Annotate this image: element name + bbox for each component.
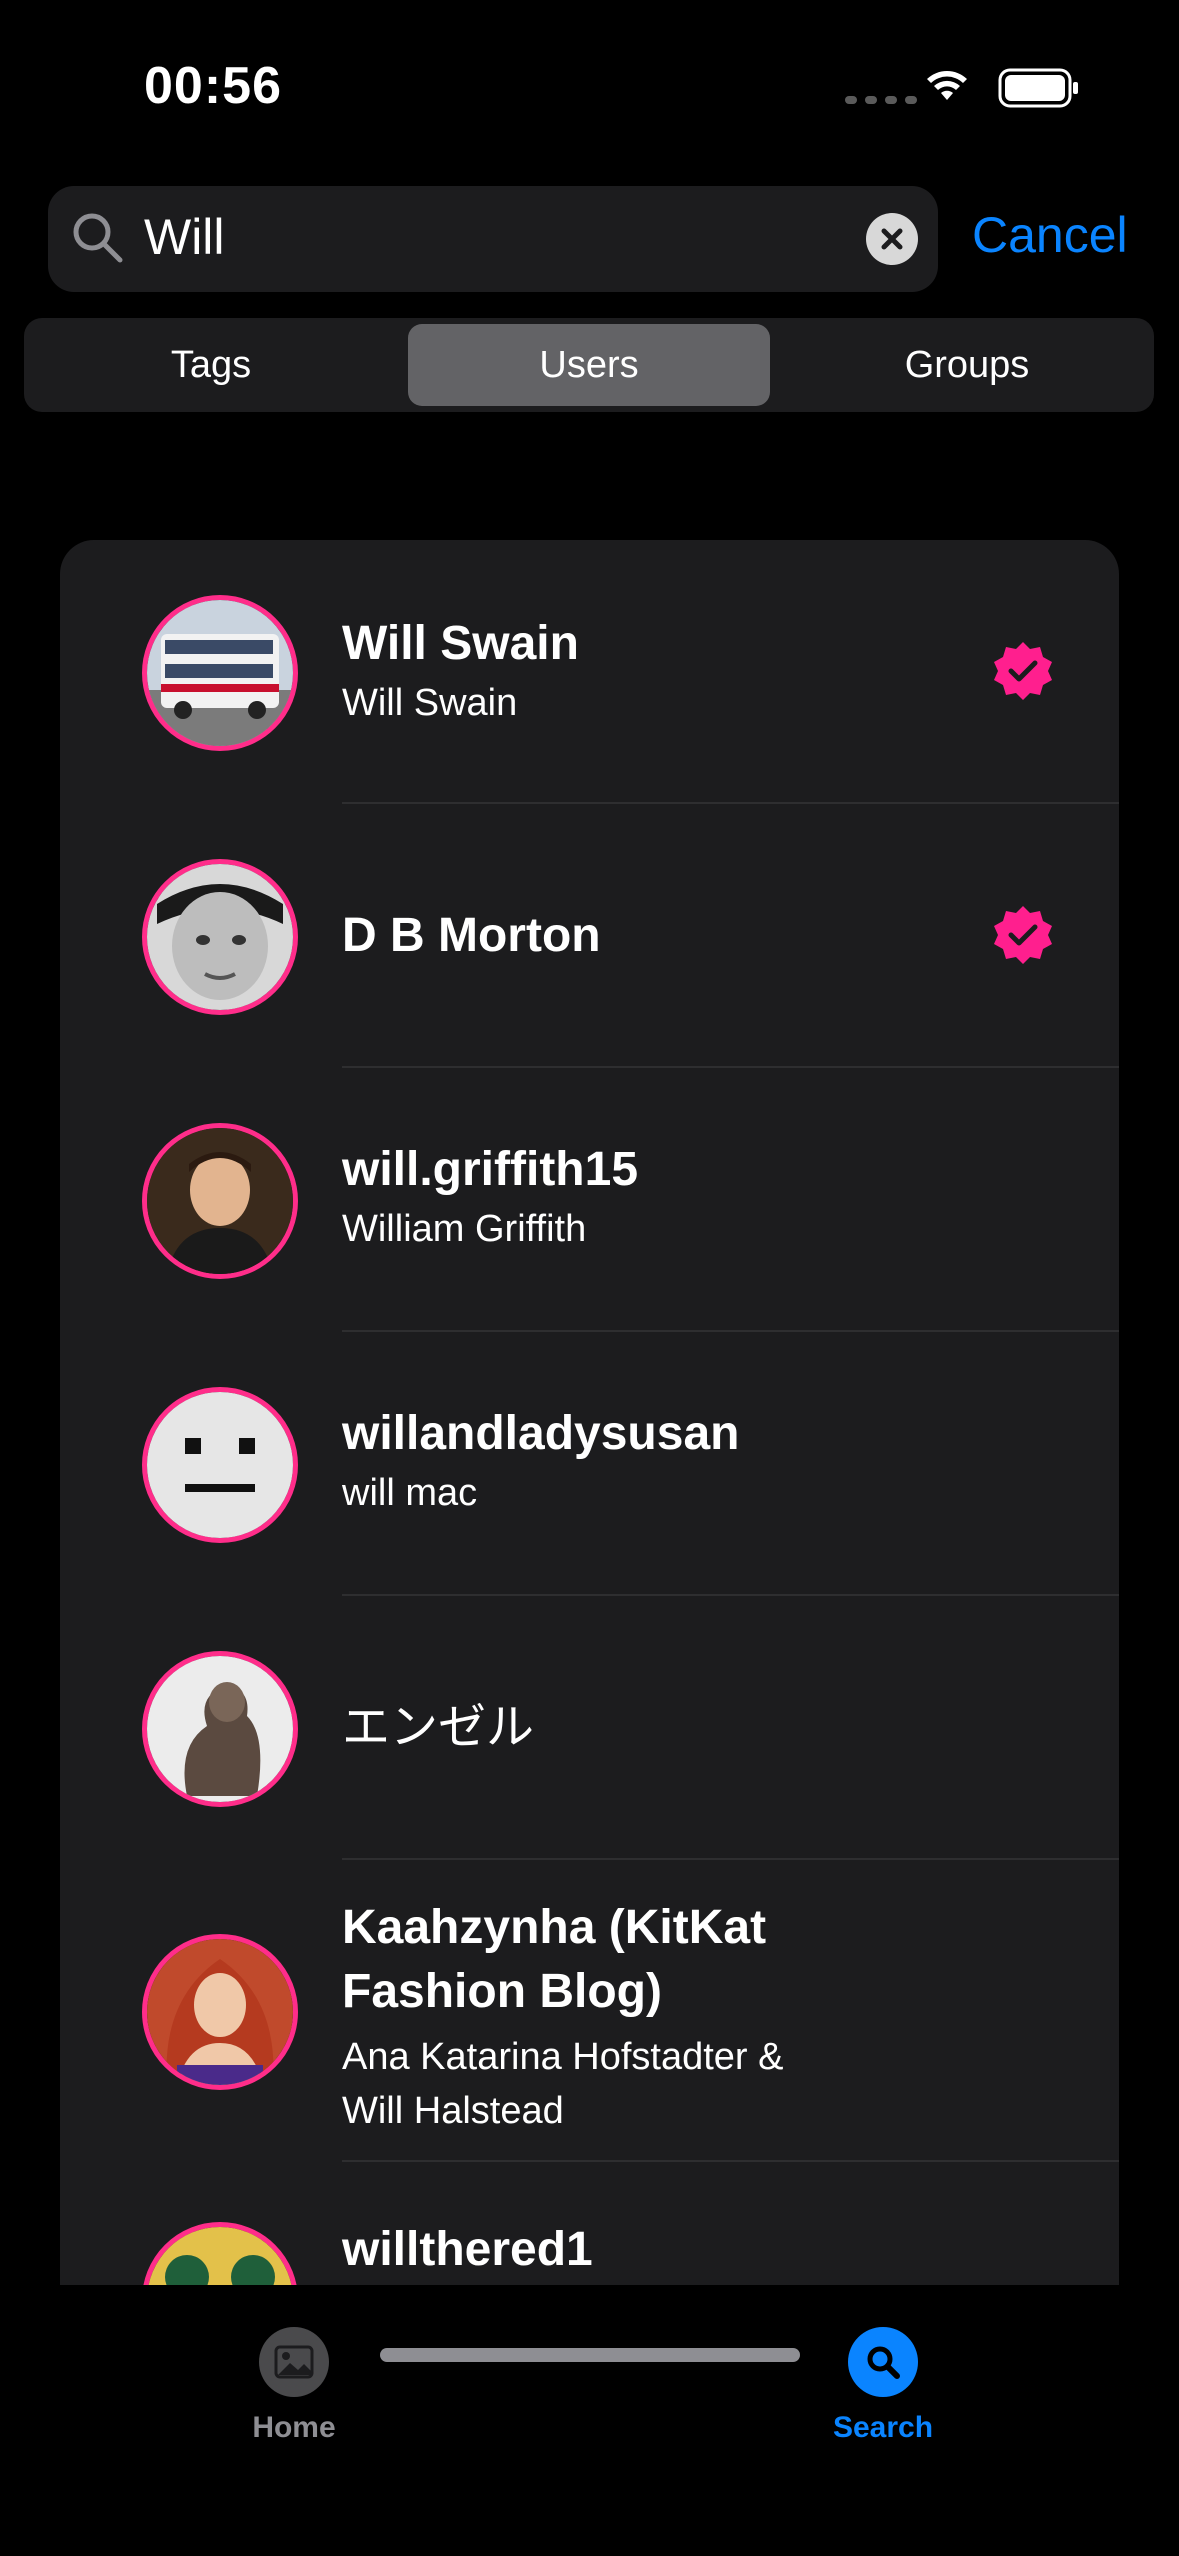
search-tab-icon <box>848 2327 918 2397</box>
user-row-will-swain[interactable]: Will Swain Will Swain <box>60 540 1119 804</box>
user-row-kaahzynha[interactable]: Kaahzynha (KitKat Fashion Blog) Ana Kata… <box>60 1860 1119 2162</box>
avatar <box>142 1651 298 1807</box>
avatar <box>142 595 298 751</box>
user-display-name: William Griffith <box>342 1208 587 1250</box>
user-display-name: will mac <box>342 1472 478 1514</box>
close-icon <box>881 228 903 250</box>
user-row-angel[interactable]: エンゼル <box>60 1596 1119 1860</box>
clear-search-button[interactable] <box>866 213 918 265</box>
home-indicator <box>380 2348 800 2362</box>
status-time: 00:56 <box>144 57 282 115</box>
search-icon <box>73 213 123 263</box>
tab-home[interactable]: Home <box>194 2327 394 2445</box>
tab-home-label: Home <box>252 2411 336 2444</box>
cancel-button[interactable]: Cancel <box>972 206 1128 264</box>
avatar <box>142 2222 298 2285</box>
user-username: willthered1 <box>342 2223 593 2276</box>
user-results-list: Will Swain Will Swain D B Morton will.gr… <box>60 540 1119 2285</box>
avatar <box>142 859 298 1015</box>
user-display-name-line2: Will Halstead <box>342 2090 564 2132</box>
tab-bar: Home Search <box>0 2285 1179 2556</box>
user-display-name: Will Swain <box>342 682 518 724</box>
user-row-will-griffith15[interactable]: will.griffith15 William Griffith <box>60 1068 1119 1332</box>
user-row-willthered1[interactable]: willthered1 <box>60 2162 1119 2285</box>
segment-users[interactable]: Users <box>408 324 770 406</box>
avatar <box>142 1387 298 1543</box>
search-input[interactable]: Will <box>144 208 225 266</box>
photo-icon <box>259 2327 329 2397</box>
user-row-db-morton[interactable]: D B Morton <box>60 804 1119 1068</box>
segment-tags[interactable]: Tags <box>30 324 392 406</box>
user-display-name-line1: Ana Katarina Hofstadter & <box>342 2036 784 2078</box>
search-scope-control: Tags Users Groups <box>24 318 1154 412</box>
avatar <box>142 1934 298 2090</box>
tab-search[interactable]: Search <box>783 2327 983 2445</box>
user-username: Will Swain <box>342 617 579 670</box>
tab-search-label: Search <box>832 2411 934 2444</box>
cellular-signal-icon <box>845 96 917 104</box>
avatar <box>142 1123 298 1279</box>
verified-badge-icon <box>994 906 1052 964</box>
user-username: エンゼル <box>342 1701 535 1754</box>
search-bar[interactable]: Will <box>48 186 938 292</box>
verified-badge-icon <box>994 642 1052 700</box>
user-row-willandladysusan[interactable]: willandladysusan will mac <box>60 1332 1119 1596</box>
user-username: will.griffith15 <box>342 1143 639 1196</box>
segment-groups[interactable]: Groups <box>786 324 1148 406</box>
status-bar: 00:56 <box>0 0 1179 170</box>
user-username-line1: Kaahzynha (KitKat <box>342 1901 767 1954</box>
wifi-icon <box>927 71 967 100</box>
user-username: D B Morton <box>342 909 601 962</box>
user-username: willandladysusan <box>342 1407 740 1460</box>
user-username-line2: Fashion Blog) <box>342 1965 662 2018</box>
battery-icon <box>998 68 1078 108</box>
